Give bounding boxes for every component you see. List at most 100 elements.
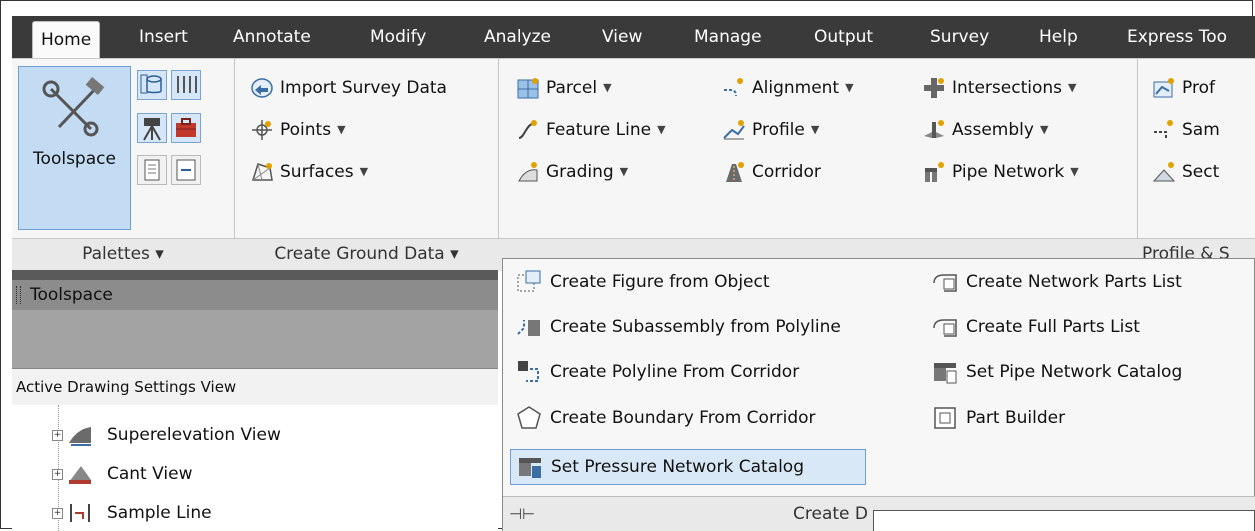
feature-line-icon: [518, 120, 537, 139]
tab-modify[interactable]: Modify: [370, 16, 426, 58]
chevron-down-icon: ▼: [657, 123, 666, 136]
parcel-label: Parcel: [546, 78, 598, 98]
tree-item-label: Superelevation View: [107, 425, 281, 445]
expand-icon[interactable]: +: [52, 507, 63, 519]
survey-icon[interactable]: [137, 113, 167, 143]
toolbox-icon[interactable]: [171, 113, 201, 143]
tab-annotate[interactable]: Annotate: [233, 16, 311, 58]
points-button[interactable]: Points ▼: [250, 115, 346, 145]
toolspace-view-selector[interactable]: Active Drawing Settings View: [12, 368, 498, 406]
import-survey-icon: [251, 78, 273, 98]
menu-item-label: Create Polyline From Corridor: [550, 362, 800, 382]
tools-icon: [42, 77, 105, 137]
prospector-icon[interactable]: [137, 70, 167, 100]
feature-line-label: Feature Line: [546, 120, 652, 140]
active-drawing-settings-view-label: Active Drawing Settings View: [16, 378, 237, 396]
grading-label: Grading: [546, 162, 614, 182]
tab-survey[interactable]: Survey: [930, 16, 989, 58]
tooltip-popup: [873, 510, 1255, 531]
menu-item-label: Create Full Parts List: [966, 317, 1140, 337]
expand-icon[interactable]: +: [52, 468, 63, 480]
create-ground-data-panel-label[interactable]: Create Ground Data ▾: [235, 238, 498, 270]
tab-home[interactable]: Home: [32, 21, 101, 59]
settings-tools-icon[interactable]: [171, 70, 201, 100]
tree-item-label: Sample Line: [107, 503, 212, 523]
tree-item-superelevation-view[interactable]: + Superelevation View: [52, 417, 281, 453]
palettes-panel-label[interactable]: Palettes ▾: [12, 238, 234, 270]
surfaces-icon: [251, 163, 273, 181]
intersections-button[interactable]: Intersections ▼: [922, 73, 1076, 103]
corridor-icon: [726, 162, 744, 182]
chevron-down-icon: ▼: [619, 165, 629, 178]
tab-insert[interactable]: Insert: [139, 16, 188, 58]
toolspace-toolbar-area: [12, 310, 498, 368]
grip-handle-icon[interactable]: [16, 286, 21, 304]
create-subassembly-from-polyline-item[interactable]: Create Subassembly from Polyline: [516, 309, 841, 345]
chevron-down-icon: ▼: [810, 123, 820, 136]
sample-lines-icon: [1154, 120, 1173, 140]
assembly-label: Assembly: [952, 120, 1034, 140]
properties-icon[interactable]: [137, 155, 167, 185]
profile-label: Profile: [752, 120, 805, 140]
create-boundary-from-corridor-item[interactable]: Create Boundary From Corridor: [516, 400, 816, 436]
grading-button[interactable]: Grading ▼: [516, 157, 628, 187]
sample-lines-label: Sam: [1182, 120, 1220, 140]
create-figure-from-object-item[interactable]: Create Figure from Object: [516, 264, 770, 300]
surfaces-label: Surfaces: [280, 162, 354, 182]
pin-icon[interactable]: ⊣⊢: [509, 497, 535, 531]
section-views-icon: [1152, 162, 1176, 182]
subassembly-from-polyline-icon: [517, 320, 540, 336]
set-pressure-network-catalog-item[interactable]: Set Pressure Network Catalog: [510, 449, 866, 485]
chevron-down-icon: ▼: [1070, 165, 1079, 178]
tab-output[interactable]: Output: [814, 16, 873, 58]
layer-icon[interactable]: [171, 155, 201, 185]
toolspace-button[interactable]: Toolspace: [18, 66, 131, 230]
boundary-from-corridor-icon: [517, 406, 541, 429]
profile-view-button[interactable]: Prof: [1152, 73, 1215, 103]
section-views-button[interactable]: Sect: [1152, 157, 1219, 187]
corridor-label: Corridor: [752, 162, 821, 182]
toolspace-title-bar[interactable]: Toolspace: [12, 280, 498, 310]
import-survey-data-button[interactable]: Import Survey Data: [250, 73, 447, 103]
pipe-network-button[interactable]: Pipe Network ▼: [922, 157, 1079, 187]
chevron-down-icon: ▼: [337, 123, 346, 136]
points-icon: [252, 120, 272, 140]
full-parts-list-icon: [933, 319, 957, 337]
superelevation-view-icon: [69, 427, 91, 446]
create-full-parts-list-item[interactable]: Create Full Parts List: [932, 309, 1140, 345]
corridor-button[interactable]: Corridor: [722, 157, 821, 187]
create-polyline-from-corridor-item[interactable]: Create Polyline From Corridor: [516, 354, 799, 390]
grading-icon: [518, 162, 538, 182]
chevron-down-icon: ▼: [359, 165, 369, 178]
chevron-down-icon: ▼: [1039, 123, 1049, 136]
tab-view[interactable]: View: [602, 16, 642, 58]
sample-line-icon: [70, 504, 90, 522]
tab-express-tools[interactable]: Express Too: [1127, 16, 1227, 58]
assembly-button[interactable]: Assembly ▼: [922, 115, 1048, 145]
tab-manage[interactable]: Manage: [694, 16, 762, 58]
part-builder-item[interactable]: Part Builder: [932, 400, 1065, 436]
tab-help[interactable]: Help: [1039, 16, 1078, 58]
tree-item-cant-view[interactable]: + Cant View: [52, 456, 192, 492]
sample-lines-button[interactable]: Sam: [1152, 115, 1220, 145]
feature-line-button[interactable]: Feature Line ▼: [516, 115, 666, 145]
profile-button[interactable]: Profile ▼: [722, 115, 819, 145]
alignment-label: Alignment: [752, 78, 840, 98]
menu-item-label: Create Subassembly from Polyline: [550, 317, 841, 337]
menu-item-label: Part Builder: [966, 408, 1066, 428]
tree-item-label: Cant View: [107, 464, 193, 484]
set-pipe-network-catalog-item[interactable]: Set Pipe Network Catalog: [932, 354, 1182, 390]
tree-item-sample-line[interactable]: + Sample Line: [52, 495, 212, 531]
assembly-icon: [924, 120, 944, 138]
menu-item-label: Create Boundary From Corridor: [550, 408, 816, 428]
intersections-icon: [924, 78, 944, 98]
expand-icon[interactable]: +: [52, 429, 63, 441]
tab-analyze[interactable]: Analyze: [484, 16, 551, 58]
create-design-panel-label[interactable]: Create D: [793, 497, 868, 531]
surfaces-button[interactable]: Surfaces ▼: [250, 157, 368, 187]
parcel-button[interactable]: Parcel ▼: [516, 73, 612, 103]
create-network-parts-list-item[interactable]: Create Network Parts List: [932, 264, 1182, 300]
parcel-icon: [517, 78, 539, 99]
pipe-network-catalog-icon: [934, 363, 957, 384]
alignment-button[interactable]: Alignment ▼: [722, 73, 854, 103]
